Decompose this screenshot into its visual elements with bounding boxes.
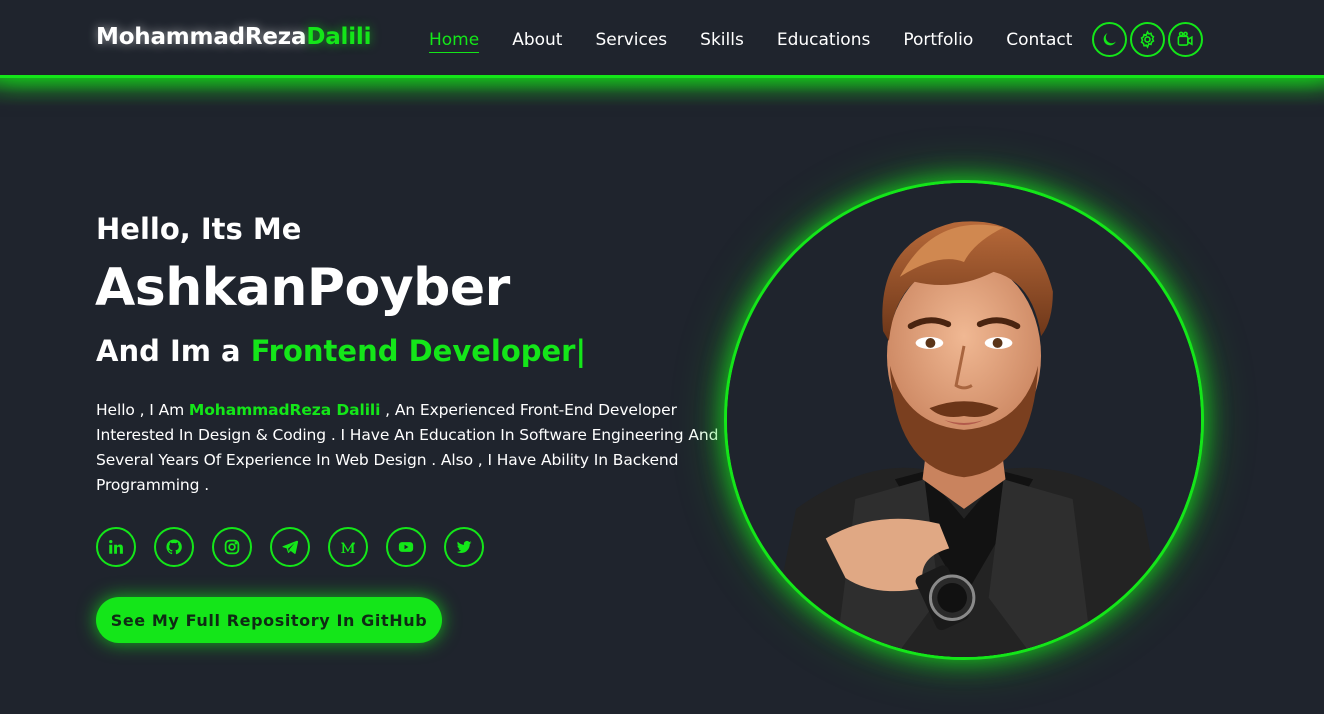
github-repository-button[interactable]: See My Full Repository In GitHub <box>96 597 442 643</box>
twitter-icon <box>456 540 472 554</box>
main-nav: Home About Services Skills Educations Po… <box>429 30 1105 53</box>
nav-skills[interactable]: Skills <box>700 30 744 53</box>
hero-role: And Im a Frontend Developer| <box>96 334 586 368</box>
nav-portfolio[interactable]: Portfolio <box>903 30 973 53</box>
profile-portrait <box>724 180 1204 660</box>
nav-about[interactable]: About <box>512 30 562 53</box>
youtube-icon <box>398 542 414 552</box>
site-header: MohammadRezaDalili Home About Services S… <box>0 0 1324 78</box>
moon-icon <box>1103 33 1116 46</box>
medium-link[interactable] <box>328 527 368 567</box>
linkedin-link[interactable] <box>96 527 136 567</box>
linkedin-icon <box>109 539 123 554</box>
github-icon <box>166 539 182 555</box>
gear-icon <box>1140 30 1155 49</box>
medium-icon <box>341 542 355 553</box>
nav-educations[interactable]: Educations <box>777 30 871 53</box>
nav-services[interactable]: Services <box>595 30 667 53</box>
site-logo[interactable]: MohammadRezaDalili <box>96 24 371 50</box>
telegram-icon <box>282 540 299 554</box>
header-actions <box>1092 22 1203 57</box>
telegram-link[interactable] <box>270 527 310 567</box>
twitter-link[interactable] <box>444 527 484 567</box>
github-link[interactable] <box>154 527 194 567</box>
header-glow <box>0 78 1324 106</box>
logo-first: MohammadReza <box>96 24 307 50</box>
social-links <box>96 527 484 567</box>
hero-name: AshkanPoyber <box>95 258 510 318</box>
hero-bio: Hello , I Am MohammadReza Dalili , An Ex… <box>96 398 736 498</box>
nav-home[interactable]: Home <box>429 30 480 53</box>
youtube-link[interactable] <box>386 527 426 567</box>
hero-greeting: Hello, Its Me <box>96 212 302 246</box>
nav-contact[interactable]: Contact <box>1006 30 1072 53</box>
role-prefix: And Im a <box>96 334 251 368</box>
role-highlight: Frontend Developer <box>250 334 576 368</box>
settings-button[interactable] <box>1130 22 1165 57</box>
portrait-illustration <box>727 183 1201 657</box>
bio-start: Hello , I Am <box>96 401 189 419</box>
video-button[interactable] <box>1168 22 1203 57</box>
theme-toggle-button[interactable] <box>1092 22 1127 57</box>
bio-name: MohammadReza Dalili <box>188 401 381 419</box>
instagram-icon <box>224 539 240 555</box>
logo-accent: Dalili <box>306 24 372 50</box>
instagram-link[interactable] <box>212 527 252 567</box>
typing-cursor: | <box>575 334 587 368</box>
video-camera-icon <box>1177 31 1193 46</box>
